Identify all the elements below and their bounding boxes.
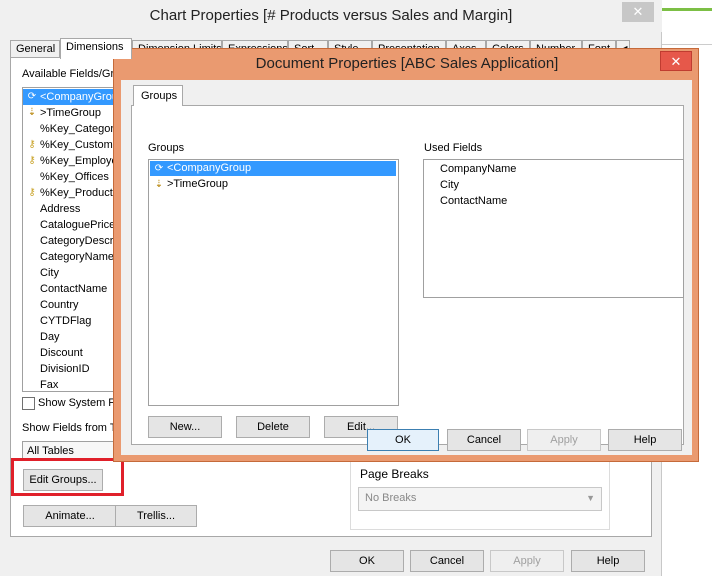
list-item[interactable]: City <box>440 177 459 193</box>
list-item[interactable]: ContactName <box>440 193 507 209</box>
doc-ok-button[interactable]: OK <box>367 429 439 451</box>
document-properties-dialog: Document Properties [ABC Sales Applicati… <box>113 48 699 462</box>
list-item[interactable]: %Key_Categories <box>23 121 121 137</box>
list-item[interactable]: CataloguePrice <box>23 217 121 233</box>
key-icon: ⚷ <box>28 155 36 166</box>
page-breaks-select[interactable]: No Breaks ▼ <box>358 487 602 511</box>
used-fields-label: Used Fields <box>424 142 483 154</box>
list-item[interactable]: Day <box>23 329 121 345</box>
background-accent-line <box>662 8 712 11</box>
highlight-annotation <box>11 458 124 496</box>
list-item[interactable]: Address <box>23 201 121 217</box>
chart-close-button[interactable]: ✕ <box>622 2 654 22</box>
groups-label: Groups <box>148 142 185 154</box>
list-item[interactable]: Discount <box>23 345 121 361</box>
delete-group-button[interactable]: Delete <box>236 416 310 438</box>
groups-list[interactable]: ⟳ <CompanyGroup ⇣ >TimeGroup <box>148 159 399 406</box>
page-breaks-label: Page Breaks <box>360 467 429 481</box>
list-item[interactable]: ContactName <box>23 281 121 297</box>
list-item[interactable]: ⇣ >TimeGroup <box>23 105 121 121</box>
tab-groups[interactable]: Groups <box>133 85 183 106</box>
tab-dimensions[interactable]: Dimensions <box>60 38 132 59</box>
drill-group-icon: ⇣ <box>154 179 164 190</box>
list-item[interactable]: DivisionID <box>23 361 121 377</box>
list-item[interactable]: %Key_Offices <box>23 169 121 185</box>
doc-cancel-button[interactable]: Cancel <box>447 429 521 451</box>
background-divider <box>662 44 712 45</box>
trellis-button[interactable]: Trellis... <box>115 505 197 527</box>
chart-help-button[interactable]: Help <box>571 550 645 572</box>
list-item[interactable]: CategoryName <box>23 249 121 265</box>
page-breaks-value: No Breaks <box>365 492 417 504</box>
chart-cancel-button[interactable]: Cancel <box>410 550 484 572</box>
list-item[interactable]: City <box>23 265 121 281</box>
list-item[interactable]: Fax <box>23 377 121 391</box>
close-icon[interactable]: ✕ <box>660 51 692 71</box>
groups-panel: Groups ⟳ <CompanyGroup ⇣ >TimeGroup Used… <box>131 105 684 445</box>
show-system-fields-checkbox[interactable] <box>22 397 35 410</box>
chart-ok-button[interactable]: OK <box>330 550 404 572</box>
list-item[interactable]: ⚷ %Key_Employees <box>23 153 121 169</box>
list-item[interactable]: CYTDFlag <box>23 313 121 329</box>
cycle-group-icon: ⟳ <box>154 163 164 174</box>
key-icon: ⚷ <box>28 187 36 198</box>
document-dialog-body: Groups Groups ⟳ <CompanyGroup ⇣ >TimeGro… <box>121 80 692 455</box>
list-item[interactable]: ⚷ %Key_Products <box>23 185 121 201</box>
document-dialog-title: Document Properties [ABC Sales Applicati… <box>255 55 559 72</box>
list-item[interactable]: ⚷ %Key_Customers <box>23 137 121 153</box>
list-item[interactable]: ⇣ >TimeGroup <box>150 177 396 192</box>
available-fields-list[interactable]: ⟳ <CompanyGroup ⇣ >TimeGroup %Key_Catego… <box>22 87 122 392</box>
new-group-button[interactable]: New... <box>148 416 222 438</box>
doc-help-button[interactable]: Help <box>608 429 682 451</box>
list-item[interactable]: CategoryDescription <box>23 233 121 249</box>
chart-title-bar: Chart Properties [# Products versus Sale… <box>0 0 662 32</box>
doc-apply-button[interactable]: Apply <box>527 429 601 451</box>
tab-general[interactable]: General <box>10 40 60 58</box>
drill-group-icon: ⇣ <box>27 107 37 118</box>
list-item[interactable]: ⟳ <CompanyGroup <box>150 161 396 176</box>
list-item[interactable]: Country <box>23 297 121 313</box>
chart-apply-button[interactable]: Apply <box>490 550 564 572</box>
animate-button[interactable]: Animate... <box>23 505 117 527</box>
chevron-down-icon: ▼ <box>586 493 595 503</box>
used-fields-list[interactable]: CompanyName City ContactName <box>423 159 684 298</box>
cycle-group-icon: ⟳ <box>27 91 37 102</box>
chart-window-title: Chart Properties [# Products versus Sale… <box>149 7 513 24</box>
list-item[interactable]: ⟳ <CompanyGroup <box>23 89 121 105</box>
list-item[interactable]: CompanyName <box>440 161 516 177</box>
key-icon: ⚷ <box>28 139 36 150</box>
